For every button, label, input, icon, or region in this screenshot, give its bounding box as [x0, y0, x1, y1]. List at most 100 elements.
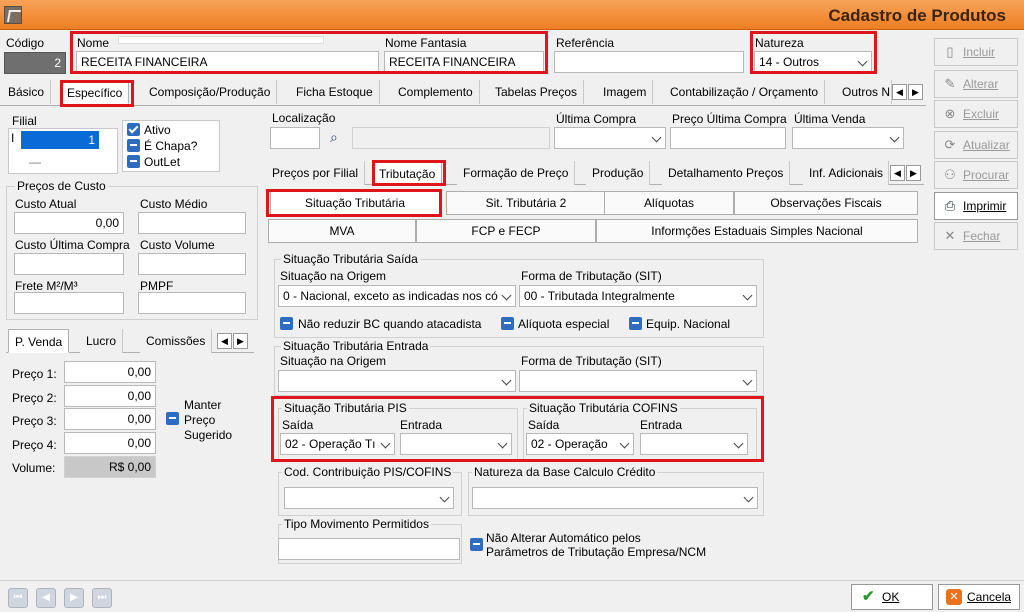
aliquota-especial-checkbox[interactable] [501, 317, 514, 330]
ultima-venda-select[interactable] [792, 127, 904, 149]
natureza-base-title: Natureza da Base Calculo Crédito [472, 465, 658, 479]
outlet-label: OutLet [144, 155, 181, 169]
tab-outros[interactable]: Outros N [836, 80, 892, 104]
chevron-down-icon [889, 132, 900, 143]
tab-complemento[interactable]: Complemento [392, 80, 480, 104]
tab-p-venda[interactable]: P. Venda [8, 329, 70, 353]
aliquotas-button[interactable]: Alíquotas [604, 191, 734, 215]
sit-tributaria-2-button[interactable]: Sit. Tributária 2 [446, 191, 606, 215]
cod-contrib-select[interactable] [284, 487, 454, 509]
pencil-icon: ✎ [944, 76, 956, 91]
tab-tabelas-precos[interactable]: Tabelas Preços [489, 80, 585, 104]
cancel-icon: ✕ [946, 589, 962, 605]
forma-value: 00 - Tributada Integralmente [524, 289, 675, 303]
sub-tabbar: Preços por Filial Tributação Formação de… [266, 161, 924, 185]
cancel-button[interactable]: ✕ Cancela [938, 584, 1020, 610]
entrada-forma-select[interactable] [519, 370, 757, 392]
forma-select[interactable]: 00 - Tributada Integralmente [519, 285, 757, 307]
price-tabbar: P. Venda Lucro Comissões ◀ ▶ [6, 329, 254, 353]
chevron-down-icon [742, 290, 753, 301]
fcp-fecp-button[interactable]: FCP e FECP [416, 219, 596, 243]
preco3-field[interactable]: 0,00 [64, 408, 156, 430]
preco2-label: Preço 2: [12, 391, 57, 405]
tab-contabilizacao[interactable]: Contabilização / Orçamento [664, 80, 826, 104]
price-tab-left-icon[interactable]: ◀ [217, 333, 232, 349]
excluir-button[interactable]: ⊗ Excluir [934, 100, 1018, 128]
tab-formacao-preco[interactable]: Formação de Preço [457, 161, 576, 185]
codigo-field[interactable]: 2 [4, 52, 66, 74]
custo-ultima-field[interactable] [14, 253, 124, 275]
ativo-checkbox[interactable] [127, 123, 140, 136]
mva-button[interactable]: MVA [268, 219, 416, 243]
ultima-compra-label: Última Compra [556, 112, 637, 126]
custo-atual-field[interactable]: 0,00 [14, 212, 124, 234]
tab-inf-adicionais[interactable]: Inf. Adicionais [803, 161, 889, 185]
chevron-down-icon [501, 290, 512, 301]
outlet-checkbox[interactable] [127, 155, 140, 168]
saida-group-title: Situação Tributária Saída [281, 252, 420, 266]
tab-detalhamento[interactable]: Detalhamento Preços [662, 161, 791, 185]
localizacao-field[interactable] [270, 127, 320, 149]
tab-composicao[interactable]: Composição/Produção [143, 80, 278, 104]
equip-nacional-checkbox[interactable] [629, 317, 642, 330]
tipo-mov-field[interactable] [278, 538, 460, 560]
last-record-icon[interactable]: ⏭ [92, 588, 112, 608]
tab-scroll-left-icon[interactable]: ◀ [892, 84, 907, 100]
price-tab-right-icon[interactable]: ▶ [233, 333, 248, 349]
highlight-pis-cofins [271, 396, 764, 462]
nao-reduzir-checkbox[interactable] [280, 317, 293, 330]
informacoes-estaduais-button[interactable]: Informções Estaduais Simples Nacional [596, 219, 918, 243]
highlight-natureza [750, 31, 877, 74]
ok-button[interactable]: ✔ OK [851, 584, 933, 610]
fechar-button[interactable]: ✕ Fechar [934, 222, 1018, 250]
natureza-base-select[interactable] [472, 487, 758, 509]
delete-icon: ⊗ [944, 106, 956, 121]
ultima-compra-select[interactable] [554, 127, 666, 149]
tab-lucro[interactable]: Lucro [80, 329, 124, 353]
volume-field: R$ 0,00 [64, 456, 156, 478]
custo-medio-label: Custo Médio [140, 197, 208, 211]
imprimir-button[interactable]: ⎙ Imprimir [934, 192, 1018, 220]
highlight-especifico [60, 80, 134, 107]
tab-ficha-estoque[interactable]: Ficha Estoque [290, 80, 380, 104]
procurar-button[interactable]: ⚇ Procurar [934, 161, 1018, 189]
preco4-field[interactable]: 0,00 [64, 432, 156, 454]
incluir-button[interactable]: ▯ Incluir [934, 38, 1018, 66]
sub-tab-left-icon[interactable]: ◀ [890, 165, 905, 181]
custo-medio-field[interactable] [138, 212, 246, 234]
nao-alterar-checkbox[interactable] [470, 538, 483, 551]
origem-select[interactable]: 0 - Nacional, exceto as indicadas nos có [278, 285, 516, 307]
tab-producao[interactable]: Produção [586, 161, 651, 185]
main-tabbar: Básico Específico Composição/Produção Fi… [0, 80, 926, 106]
tab-precos-filial[interactable]: Preços por Filial [266, 161, 366, 185]
preco-ultima-field[interactable] [670, 127, 786, 149]
origem-value: 0 - Nacional, exceto as indicadas nos có [283, 289, 498, 303]
preco1-field[interactable]: 0,00 [64, 361, 156, 383]
manter-checkbox[interactable] [166, 412, 179, 425]
tab-basico[interactable]: Básico [2, 80, 52, 104]
chapa-checkbox[interactable] [127, 139, 140, 152]
alterar-button[interactable]: ✎ Alterar [934, 70, 1018, 98]
filial-value[interactable]: 1 [21, 131, 99, 149]
filial-row[interactable]: I 1 [9, 131, 117, 149]
referencia-field[interactable] [554, 51, 744, 73]
frete-field[interactable] [14, 292, 124, 314]
chevron-down-icon [501, 375, 512, 386]
cod-contrib-title: Cod. Contribuição PIS/COFINS [282, 465, 454, 479]
observacoes-fiscais-button[interactable]: Observações Fiscais [734, 191, 918, 215]
preco2-field[interactable]: 0,00 [64, 385, 156, 407]
preco-ultima-label: Preço Última Compra [672, 112, 787, 126]
pmpf-field[interactable] [138, 292, 246, 314]
binoculars-icon[interactable]: ⌕ [330, 129, 338, 146]
tab-comissoes[interactable]: Comissões [140, 329, 213, 353]
prev-record-icon[interactable]: ◀ [36, 588, 56, 608]
entrada-origem-select[interactable] [278, 370, 516, 392]
sub-tab-right-icon[interactable]: ▶ [906, 165, 921, 181]
tab-scroll-right-icon[interactable]: ▶ [908, 84, 923, 100]
tab-imagem[interactable]: Imagem [597, 80, 654, 104]
entrada-origem-label: Situação na Origem [280, 354, 387, 368]
first-record-icon[interactable]: ⏮ [8, 588, 28, 608]
atualizar-button[interactable]: ⟳ Atualizar [934, 131, 1018, 159]
next-record-icon[interactable]: ▶ [64, 588, 84, 608]
custo-volume-field[interactable] [138, 253, 246, 275]
